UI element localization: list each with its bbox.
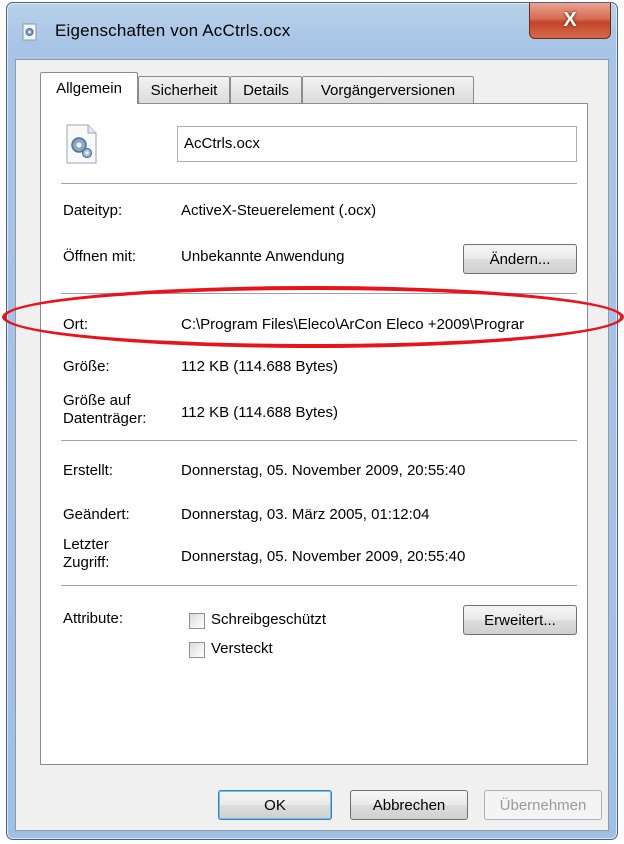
accessed-value: Donnerstag, 05. November 2009, 20:55:40 xyxy=(181,548,466,565)
properties-dialog: Eigenschaften von AcCtrls.ocx X Allgemei… xyxy=(6,2,618,840)
general-tab-panel: AcCtrls.ocx Dateityp: ActiveX-Steuerelem… xyxy=(40,103,588,765)
disksize-value: 112 KB (114.688 Bytes) xyxy=(181,404,339,421)
filetype-label: Dateityp: xyxy=(63,202,123,219)
location-label: Ort: xyxy=(63,316,88,333)
readonly-checkbox[interactable] xyxy=(189,613,205,629)
close-button[interactable]: X xyxy=(529,3,611,39)
separator xyxy=(61,293,577,294)
accessed-label: Letzter Zugriff: xyxy=(63,536,109,572)
modified-value: Donnerstag, 03. März 2005, 01:12:04 xyxy=(181,506,430,523)
disksize-label-line2: Datenträger: xyxy=(63,410,147,427)
tab-allgemein[interactable]: Allgemein xyxy=(40,72,138,104)
readonly-label[interactable]: Schreibgeschützt xyxy=(211,611,326,628)
size-label: Größe: xyxy=(63,358,110,375)
separator xyxy=(61,440,577,441)
tab-details[interactable]: Details xyxy=(230,76,302,103)
filetype-value: ActiveX-Steuerelement (.ocx) xyxy=(181,202,377,219)
created-label: Erstellt: xyxy=(63,462,114,479)
advanced-button[interactable]: Erweitert... xyxy=(463,605,577,635)
file-name-input[interactable]: AcCtrls.ocx xyxy=(177,126,577,162)
hidden-checkbox[interactable] xyxy=(189,642,205,658)
disksize-label-line1: Größe auf xyxy=(63,392,131,409)
accessed-label-line2: Zugriff: xyxy=(63,554,110,571)
openwith-label: Öffnen mit: xyxy=(63,248,137,265)
tab-sicherheit[interactable]: Sicherheit xyxy=(138,76,230,103)
openwith-value: Unbekannte Anwendung xyxy=(181,248,345,265)
size-value: 112 KB (114.688 Bytes) xyxy=(181,358,339,375)
modified-label: Geändert: xyxy=(63,506,130,523)
close-icon: X xyxy=(563,9,577,31)
accessed-label-line1: Letzter xyxy=(63,536,109,553)
attributes-label: Attribute: xyxy=(63,610,124,627)
separator xyxy=(61,585,577,586)
cancel-button[interactable]: Abbrechen xyxy=(350,790,468,820)
location-value: C:\Program Files\Eleco\ArCon Eleco +2009… xyxy=(181,316,525,333)
title-bar[interactable]: Eigenschaften von AcCtrls.ocx X xyxy=(7,3,617,57)
dialog-client-area: Allgemein Sicherheit Details Vorgängerve… xyxy=(15,59,609,831)
hidden-label[interactable]: Versteckt xyxy=(211,640,273,657)
apply-button[interactable]: Übernehmen xyxy=(484,790,602,820)
file-properties-icon xyxy=(22,23,37,41)
created-value: Donnerstag, 05. November 2009, 20:55:40 xyxy=(181,462,466,479)
disksize-label: Größe auf Datenträger: xyxy=(63,392,146,428)
change-button[interactable]: Ändern... xyxy=(463,244,577,274)
window-title: Eigenschaften von AcCtrls.ocx xyxy=(55,21,291,40)
tab-vorgaengerversionen[interactable]: Vorgängerversionen xyxy=(302,76,474,103)
activex-file-icon xyxy=(66,124,97,164)
ok-button[interactable]: OK xyxy=(218,790,332,820)
separator xyxy=(61,183,577,184)
